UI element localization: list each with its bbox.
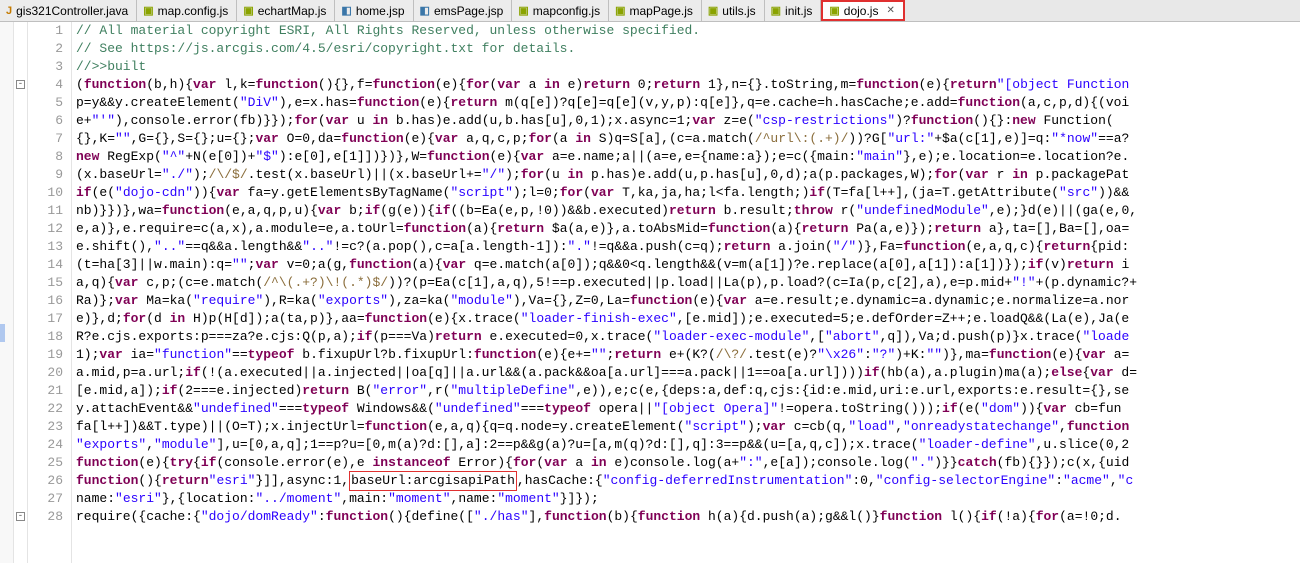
code-line[interactable]: {},K="",G={},S={};u={};var O=0,da=functi… bbox=[76, 130, 1300, 148]
line-number: 27 bbox=[28, 490, 63, 508]
code-line[interactable]: [e.mid,a]);if(2===e.injected)return B("e… bbox=[76, 382, 1300, 400]
code-line[interactable]: new RegExp("^"+N(e[0])+"$"):e[0],e[1]])}… bbox=[76, 148, 1300, 166]
tab-label: home.jsp bbox=[356, 4, 405, 18]
tab-label: gis321Controller.java bbox=[16, 4, 128, 18]
code-line[interactable]: Ra)};var Ma=ka("require"),R=ka("exports"… bbox=[76, 292, 1300, 310]
code-line[interactable]: a,q){var c,p;(c=e.match(/^\(.+?)\!(.*)$/… bbox=[76, 274, 1300, 292]
tab-label: init.js bbox=[785, 4, 812, 18]
line-number: 28 bbox=[28, 508, 63, 526]
code-line[interactable]: e.shift(),".."==q&&a.length&&".."!=c?(a.… bbox=[76, 238, 1300, 256]
tab-home-jsp[interactable]: ◧ home.jsp bbox=[335, 0, 413, 21]
tab-utils-js[interactable]: ▣ utils.js bbox=[702, 0, 765, 21]
code-line[interactable]: e,a)},e.require=c(a,x),a.module=e,a.toUr… bbox=[76, 220, 1300, 238]
line-number: 18 bbox=[28, 328, 63, 346]
line-number: 23 bbox=[28, 418, 63, 436]
tab-label: echartMap.js bbox=[258, 4, 327, 18]
line-number: 20 bbox=[28, 364, 63, 382]
line-number: 15 bbox=[28, 274, 63, 292]
file-type-icon: ◧ bbox=[420, 4, 430, 17]
line-number: 22 bbox=[28, 400, 63, 418]
code-line[interactable]: name:"esri"},{location:"../moment",main:… bbox=[76, 490, 1300, 508]
code-line[interactable]: if(e("dojo-cdn")){var fa=y.getElementsBy… bbox=[76, 184, 1300, 202]
fold-strip: - - bbox=[14, 22, 28, 563]
line-number: 13 bbox=[28, 238, 63, 256]
line-number-gutter: 1234567891011121314151617181920212223242… bbox=[28, 22, 72, 563]
close-icon[interactable]: ✕ bbox=[886, 5, 894, 16]
tab-mapPage-js[interactable]: ▣ mapPage.js bbox=[609, 0, 702, 21]
code-content[interactable]: // All material copyright ESRI, All Righ… bbox=[72, 22, 1300, 563]
line-number: 8 bbox=[28, 148, 63, 166]
tab-echartMap-js[interactable]: ▣ echartMap.js bbox=[237, 0, 335, 21]
code-line[interactable]: function(e){try{if(console.error(e),e in… bbox=[76, 454, 1300, 472]
line-number: 11 bbox=[28, 202, 63, 220]
line-number: 16 bbox=[28, 292, 63, 310]
file-type-icon: ▣ bbox=[518, 4, 528, 17]
code-line[interactable]: // See https://js.arcgis.com/4.5/esri/co… bbox=[76, 40, 1300, 58]
tab-label: dojo.js bbox=[844, 4, 879, 18]
tab-dojo-js[interactable]: ▣ dojo.js ✕ bbox=[821, 0, 904, 21]
tab-label: mapconfig.js bbox=[533, 4, 600, 18]
file-type-icon: J bbox=[6, 5, 12, 17]
tab-init-js[interactable]: ▣ init.js bbox=[765, 0, 822, 21]
code-line[interactable]: nb)}})},wa=function(e,a,q,p,u){var b;if(… bbox=[76, 202, 1300, 220]
file-type-icon: ▣ bbox=[143, 4, 153, 17]
editor-area: - - 123456789101112131415161718192021222… bbox=[0, 22, 1300, 563]
tab-gis321Controller-java[interactable]: Jgis321Controller.java bbox=[0, 0, 137, 21]
fold-toggle-icon[interactable]: - bbox=[16, 80, 25, 89]
tab-mapconfig-js[interactable]: ▣ mapconfig.js bbox=[512, 0, 609, 21]
file-type-icon: ◧ bbox=[341, 4, 351, 17]
code-line[interactable]: (x.baseUrl="./");/\/$/.test(x.baseUrl)||… bbox=[76, 166, 1300, 184]
tab-label: utils.js bbox=[722, 4, 755, 18]
code-line[interactable]: //>>built bbox=[76, 58, 1300, 76]
line-number: 9 bbox=[28, 166, 63, 184]
line-number: 6 bbox=[28, 112, 63, 130]
file-type-icon: ▣ bbox=[829, 4, 839, 17]
marker-strip bbox=[0, 22, 14, 563]
line-number: 5 bbox=[28, 94, 63, 112]
code-line[interactable]: 1);var ia="function"==typeof b.fixupUrl?… bbox=[76, 346, 1300, 364]
code-line[interactable]: p=y&&y.createElement("DiV"),e=x.has=func… bbox=[76, 94, 1300, 112]
line-number: 7 bbox=[28, 130, 63, 148]
code-line[interactable]: (function(b,h){var l,k=function(){},f=fu… bbox=[76, 76, 1300, 94]
code-line[interactable]: function(){return"esri"}]],async:1,baseU… bbox=[76, 472, 1300, 490]
line-number: 4 bbox=[28, 76, 63, 94]
tab-map-config-js[interactable]: ▣ map.config.js bbox=[137, 0, 237, 21]
line-number: 19 bbox=[28, 346, 63, 364]
line-number: 3 bbox=[28, 58, 63, 76]
code-line[interactable]: require({cache:{"dojo/domReady":function… bbox=[76, 508, 1300, 526]
editor-tabbar: Jgis321Controller.java ▣ map.config.js ▣ ech… bbox=[0, 0, 1300, 22]
code-line[interactable]: R?e.cjs.exports:p===za?e.cjs:Q(p,a);if(p… bbox=[76, 328, 1300, 346]
code-line[interactable]: // All material copyright ESRI, All Righ… bbox=[76, 22, 1300, 40]
code-line[interactable]: e)},d;for(d in H)p(H[d]);a(ta,p)},aa=fun… bbox=[76, 310, 1300, 328]
line-number: 12 bbox=[28, 220, 63, 238]
line-number: 14 bbox=[28, 256, 63, 274]
file-type-icon: ▣ bbox=[615, 4, 625, 17]
tab-emsPage-jsp[interactable]: ◧ emsPage.jsp bbox=[414, 0, 513, 21]
code-line[interactable]: y.attachEvent&&"undefined"===typeof Wind… bbox=[76, 400, 1300, 418]
code-line[interactable]: "exports","module"],u=[0,a,q];1==p?u=[0,… bbox=[76, 436, 1300, 454]
file-type-icon: ▣ bbox=[708, 4, 718, 17]
fold-toggle-icon[interactable]: - bbox=[16, 512, 25, 521]
code-line[interactable]: a.mid,p=a.url;if(!(a.executed||a.injecte… bbox=[76, 364, 1300, 382]
line-number: 24 bbox=[28, 436, 63, 454]
line-number: 21 bbox=[28, 382, 63, 400]
line-number: 10 bbox=[28, 184, 63, 202]
code-line[interactable]: (t=ha[3]||w.main):q="";var v=0;a(g,funct… bbox=[76, 256, 1300, 274]
file-type-icon: ▣ bbox=[771, 4, 781, 17]
line-number: 17 bbox=[28, 310, 63, 328]
code-line[interactable]: fa[l++])&&T.type)||(O=T);x.injectUrl=fun… bbox=[76, 418, 1300, 436]
line-number: 2 bbox=[28, 40, 63, 58]
file-type-icon: ▣ bbox=[243, 4, 253, 17]
line-number: 26 bbox=[28, 472, 63, 490]
code-line[interactable]: e+"'"),console.error(fb)}});for(var u in… bbox=[76, 112, 1300, 130]
line-number: 1 bbox=[28, 22, 63, 40]
tab-label: mapPage.js bbox=[630, 4, 693, 18]
line-number: 25 bbox=[28, 454, 63, 472]
tab-label: map.config.js bbox=[158, 4, 229, 18]
tab-label: emsPage.jsp bbox=[434, 4, 503, 18]
